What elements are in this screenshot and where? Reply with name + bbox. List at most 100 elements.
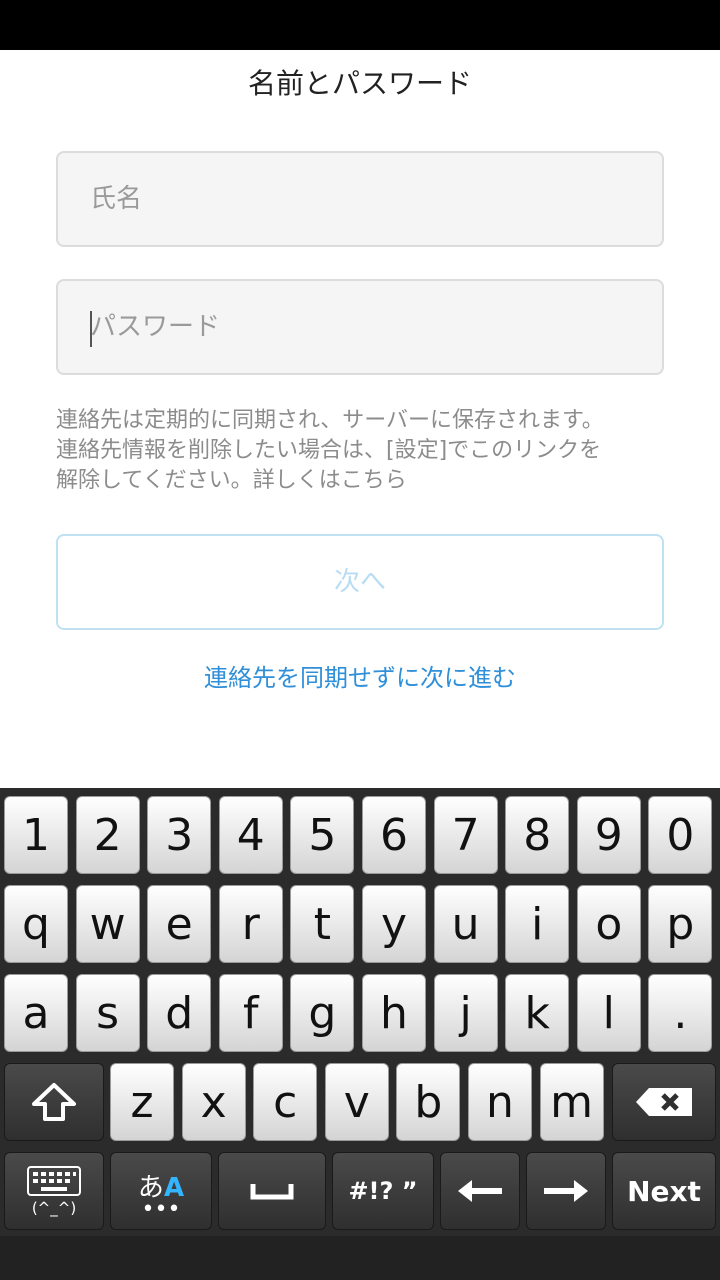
keyboard-mode-key[interactable]: (^_^) [4,1152,104,1230]
key-n[interactable]: n [468,1063,532,1141]
space-bar-icon [250,1184,294,1200]
name-field-container[interactable] [56,151,664,247]
key-label: y [380,898,408,950]
password-field-container[interactable] [56,279,664,375]
notice-line-3-text: 解除してください。 [56,468,253,493]
next-key[interactable]: Next [612,1152,716,1230]
key-label: k [524,987,550,1039]
space-key[interactable] [218,1152,326,1230]
key-label: e [165,898,193,950]
key-y[interactable]: y [362,885,426,963]
soft-keyboard: (^_^) あA ••• #!? ” Next 1 2 3 4 5 6 7 8 … [0,788,720,1236]
key-label: c [273,1076,298,1128]
key-g[interactable]: g [290,974,355,1052]
key-label: s [96,987,120,1039]
key-label: h [380,987,408,1039]
key-1[interactable]: 1 [4,796,68,874]
key-label: m [550,1076,594,1128]
key-a[interactable]: a [4,974,68,1052]
notice-line-3: 解除してください。詳しくはこちら [56,466,676,496]
key-w[interactable]: w [75,885,140,963]
key-label: 7 [451,809,480,861]
key-label: i [531,898,544,950]
notice-line-2: 連絡先情報を削除したい場合は、[設定]でこのリンクを [56,438,602,463]
key-x[interactable]: x [181,1063,246,1141]
skip-sync-link[interactable]: 連絡先を同期せずに次に進む [0,656,720,700]
key-label: v [343,1076,370,1128]
key-label: r [241,898,260,950]
more-dots-icon: ••• [141,1196,181,1222]
status-bar [0,0,720,50]
key-label: o [595,898,623,950]
next-key-label: Next [627,1174,701,1208]
key-7[interactable]: 7 [433,796,498,874]
left-arrow-icon [458,1180,502,1202]
key-p[interactable]: p [648,885,713,963]
key-e[interactable]: e [147,885,212,963]
key-label: 1 [22,809,50,861]
key-label: 4 [236,809,265,861]
key-v[interactable]: v [324,1063,389,1141]
key-label: 9 [594,809,623,861]
key-h[interactable]: h [362,974,426,1052]
key-label: t [313,898,332,950]
key-label: z [130,1076,154,1128]
text-caret [90,311,92,347]
key-label: x [200,1076,227,1128]
key-period[interactable]: . [648,974,713,1052]
key-l[interactable]: l [576,974,641,1052]
key-label: 8 [523,809,552,861]
key-j[interactable]: j [433,974,498,1052]
key-label: q [22,898,50,950]
key-label: b [414,1076,443,1128]
key-o[interactable]: o [576,885,641,963]
key-2[interactable]: 2 [75,796,140,874]
key-label: l [602,987,615,1039]
app-screen: 名前とパスワード 連絡先は定期的に同期され、サーバーに保存されます。 連絡先情報… [0,0,720,1280]
key-label: f [243,987,259,1039]
key-u[interactable]: u [433,885,498,963]
key-5[interactable]: 5 [290,796,355,874]
key-6[interactable]: 6 [362,796,426,874]
symbols-key[interactable]: #!? ” [332,1152,434,1230]
key-i[interactable]: i [505,885,570,963]
kana-alpha-toggle-key[interactable]: あA ••• [110,1152,212,1230]
backspace-key[interactable] [612,1063,716,1141]
key-m[interactable]: m [539,1063,604,1141]
key-z[interactable]: z [110,1063,174,1141]
next-button[interactable]: 次へ [56,534,664,630]
password-input[interactable] [58,281,662,373]
cursor-left-key[interactable] [440,1152,520,1230]
key-f[interactable]: f [218,974,283,1052]
key-label: 2 [93,809,122,861]
key-label: a [22,987,50,1039]
key-label: p [666,898,695,950]
key-t[interactable]: t [290,885,355,963]
key-s[interactable]: s [75,974,140,1052]
shift-arrow-icon [32,1083,76,1121]
key-label: 0 [666,809,695,861]
shift-key[interactable] [4,1063,104,1141]
key-label: u [451,898,480,950]
key-r[interactable]: r [218,885,283,963]
key-k[interactable]: k [505,974,570,1052]
key-0[interactable]: 0 [648,796,713,874]
key-label: . [673,987,688,1039]
right-arrow-icon [544,1180,588,1202]
key-c[interactable]: c [253,1063,318,1141]
key-b[interactable]: b [396,1063,461,1141]
key-label: j [459,987,472,1039]
key-3[interactable]: 3 [147,796,212,874]
key-label: 5 [308,809,337,861]
cursor-right-key[interactable] [526,1152,606,1230]
key-8[interactable]: 8 [505,796,570,874]
key-label: 3 [165,809,194,861]
key-d[interactable]: d [147,974,212,1052]
key-4[interactable]: 4 [218,796,283,874]
key-9[interactable]: 9 [576,796,641,874]
key-q[interactable]: q [4,885,68,963]
navigation-bar [0,1236,720,1280]
learn-more-link[interactable]: 詳しくはこちら [253,468,407,493]
name-input[interactable] [58,153,662,245]
key-label: d [165,987,194,1039]
